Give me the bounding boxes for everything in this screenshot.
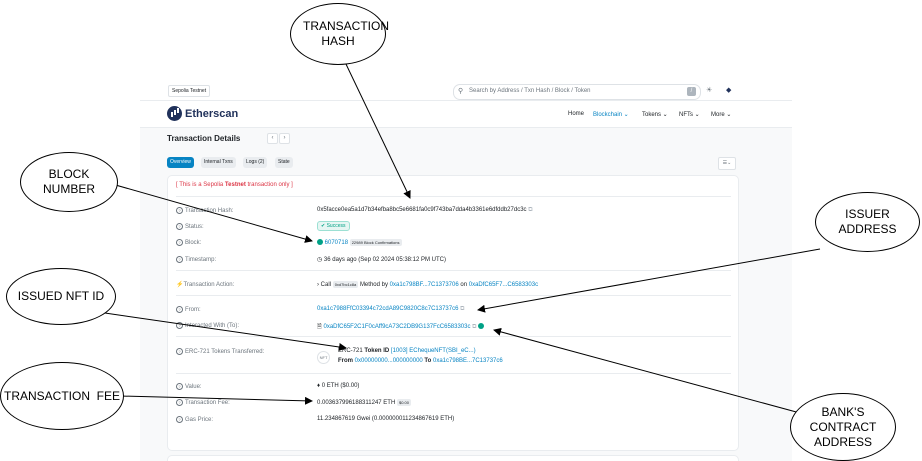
tab-state[interactable]: State xyxy=(275,157,293,168)
contract-icon: 🗎 xyxy=(317,324,322,330)
token-name-link[interactable]: EChequeNFT(SBI_eC...) xyxy=(409,348,475,354)
divider xyxy=(176,270,731,271)
label-tx-hash: ? Transaction Hash: xyxy=(176,207,233,214)
callout-block-number: BLOCK NUMBER xyxy=(20,152,118,212)
help-icon: ? xyxy=(176,416,183,423)
ethereum-icon[interactable]: ◆ xyxy=(726,86,731,94)
label-block: ? Block: xyxy=(176,239,201,246)
copy-icon[interactable]: ⧉ xyxy=(528,207,532,213)
transaction-details-card: [ This is a Sepolia Testnet transaction … xyxy=(167,175,739,451)
from-address-link[interactable]: 0xa1c7988FfC03394c72cdA89C9820C8c7C13737… xyxy=(317,306,458,312)
gas-price-value: 11.234867619 Gwei (0.000000011234867619 … xyxy=(317,416,455,422)
help-icon: ? xyxy=(176,207,183,214)
search-shortcut-key: / xyxy=(687,87,696,96)
help-icon: ? xyxy=(176,306,183,313)
nav-home[interactable]: Home xyxy=(568,111,584,117)
token-id-link[interactable]: [1003] xyxy=(391,348,408,354)
label-gas-price: ? Gas Price: xyxy=(176,416,213,423)
callout-transaction-fee: TRANSACTION FEE xyxy=(0,362,124,430)
contract-address-link[interactable]: 0xaDfC65F2C1F0cAff9cA73C2DB9G137FcC65833… xyxy=(324,324,471,330)
verified-icon xyxy=(478,323,485,330)
brand-name[interactable]: Etherscan xyxy=(185,108,238,120)
etherscan-logo-icon[interactable] xyxy=(167,106,182,121)
search-input[interactable]: ⚲ Search by Address / Txn Hash / Block /… xyxy=(453,84,701,100)
view-options-menu[interactable]: ☰⌄ xyxy=(718,157,736,170)
erc721-token-line: ERC-721 Token ID [1003] EChequeNFT(SBI_e… xyxy=(338,348,476,354)
more-details-card xyxy=(167,455,739,461)
help-icon: ? xyxy=(176,239,183,246)
nav-more[interactable]: More ⌄ xyxy=(711,111,731,118)
help-icon: ? xyxy=(176,256,183,263)
nft-thumbnail-icon: NFT xyxy=(317,351,330,364)
prev-tx-button[interactable]: ‹ xyxy=(267,133,278,144)
divider xyxy=(176,336,731,337)
label-value: ? Value: xyxy=(176,383,202,390)
clock-icon: ◷ xyxy=(317,257,323,263)
callout-transaction-hash: TRANSACTION HASH xyxy=(290,3,389,65)
tab-internal-txns[interactable]: Internal Txns xyxy=(201,157,236,168)
label-interacted-with: ? Interacted With (To): xyxy=(176,322,239,329)
copy-icon[interactable]: ⧉ xyxy=(472,324,476,330)
label-tx-fee: ? Transaction Fee: xyxy=(176,399,230,406)
tx-action-value: › Call 0xd7bc1c8a Method by 0xa1c798BF..… xyxy=(317,281,539,288)
help-icon: ? xyxy=(176,348,183,355)
divider xyxy=(176,295,731,296)
tab-logs[interactable]: Logs (2) xyxy=(243,157,268,168)
value-amount: ♦ 0 ETH ($0.00) xyxy=(317,383,360,389)
etherscan-screenshot: Sepolia Testnet ⚲ Search by Address / Tx… xyxy=(140,78,792,461)
ether-icon: ♦ xyxy=(317,383,321,389)
nav-blockchain[interactable]: Blockchain ⌄ xyxy=(593,111,629,118)
divider xyxy=(176,373,731,374)
network-badge: Sepolia Testnet xyxy=(168,85,211,97)
callout-bank-contract-address: BANK'S CONTRACT ADDRESS xyxy=(790,393,896,461)
check-circle-icon xyxy=(317,239,323,246)
label-status: ? Status: xyxy=(176,223,204,230)
copy-icon[interactable]: ⧉ xyxy=(460,306,464,312)
tab-overview[interactable]: Overview xyxy=(167,157,194,168)
search-placeholder: Search by Address / Txn Hash / Block / T… xyxy=(469,88,591,94)
label-timestamp: ? Timestamp: xyxy=(176,256,216,263)
callout-issued-nft-id: ISSUED NFT ID xyxy=(6,268,116,325)
help-icon: ? xyxy=(176,383,183,390)
label-erc721-transferred: ? ERC-721 Tokens Transferred: xyxy=(176,348,264,355)
confirmations-badge: 22989 Block Confirmations xyxy=(349,239,402,246)
erc721-transfer-line: From 0x00000000...000000000 To 0xa1c798B… xyxy=(338,358,503,364)
timestamp-value: ◷ 36 days ago (Sep 02 2024 05:38:12 PM U… xyxy=(317,257,446,263)
block-link[interactable]: 6070718 xyxy=(325,240,348,246)
label-tx-action: ⚡Transaction Action: xyxy=(176,282,235,288)
nav-nfts[interactable]: NFTs ⌄ xyxy=(679,111,700,118)
theme-icon[interactable]: ☀ xyxy=(706,86,712,94)
callout-issuer-address: ISSUER ADDRESS xyxy=(815,192,920,252)
help-icon: ? xyxy=(176,399,183,406)
testnet-notice: [ This is a Sepolia Testnet transaction … xyxy=(176,182,293,188)
next-tx-button[interactable]: › xyxy=(279,133,290,144)
help-icon: ? xyxy=(176,223,183,230)
nav-tokens[interactable]: Tokens ⌄ xyxy=(642,111,668,118)
page-title: Transaction Details xyxy=(167,134,241,143)
tx-fee-value: 0.003637996188311247 ETH $0.00 xyxy=(317,399,411,406)
main-navbar: Etherscan Home Blockchain ⌄ Tokens ⌄ NFT… xyxy=(140,101,792,128)
check-icon: ✔ xyxy=(321,223,326,229)
status-badge: ✔ Success xyxy=(317,221,350,231)
help-icon: ? xyxy=(176,322,183,329)
label-from: ? From: xyxy=(176,306,201,313)
top-bar: Sepolia Testnet ⚲ Search by Address / Tx… xyxy=(140,78,792,101)
interacted-with-value: 🗎 0xaDfC65F2C1F0cAff9cA73C2DB9G137FcC658… xyxy=(317,322,485,332)
from-value: 0xa1c7988FfC03394c72cdA89C9820C8c7C13737… xyxy=(317,306,464,313)
search-icon: ⚲ xyxy=(458,88,464,95)
tx-hash-value: 0x5facce0ea5a1d7b34efba8bc5e6681fa0c9f74… xyxy=(317,207,533,213)
divider xyxy=(176,196,731,197)
block-value: 6070718 22989 Block Confirmations xyxy=(317,239,402,246)
